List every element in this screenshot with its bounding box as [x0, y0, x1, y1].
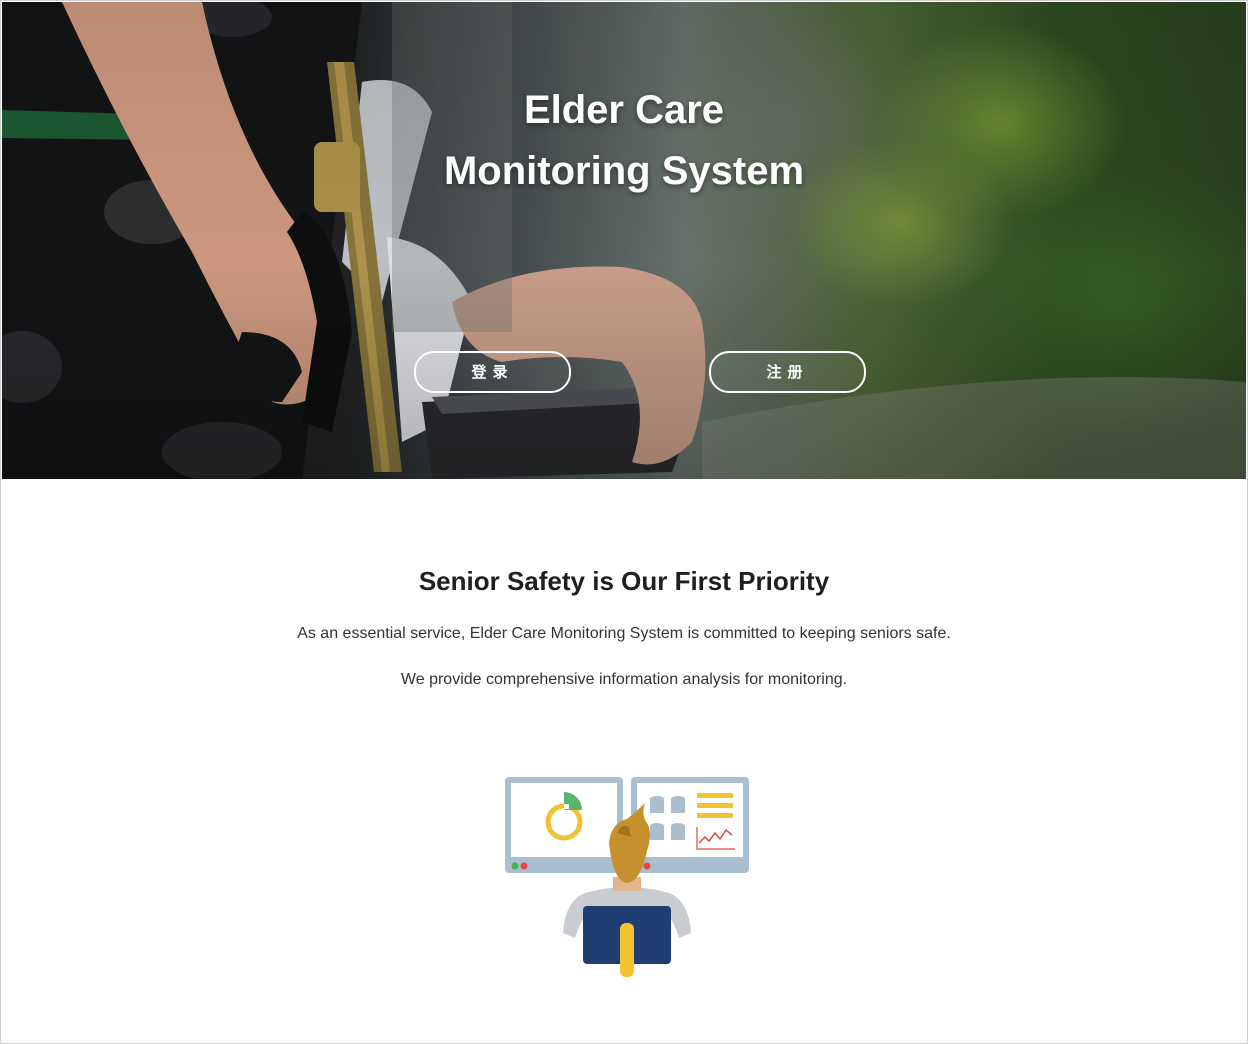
register-button[interactable]: 注册 — [709, 351, 866, 393]
right-monitor-icon — [631, 777, 749, 873]
login-button[interactable]: 登录 — [414, 351, 571, 393]
intro-heading: Senior Safety is Our First Priority — [418, 566, 830, 596]
intro-line-2: We provide comprehensive information ana… — [400, 671, 848, 688]
hero-title-line1: Elder Care — [523, 88, 725, 132]
hero-title-line2: Monitoring System — [443, 149, 805, 193]
hero-banner: Elder Care Monitoring System 登录 注册 — [2, 2, 1246, 479]
intro-line-1: As an essential service, Elder Care Moni… — [297, 625, 951, 642]
landing-page: Elder Care Monitoring System 登录 注册 Senio… — [0, 0, 1248, 1044]
left-monitor-icon — [505, 777, 623, 873]
monitoring-illustration — [505, 777, 749, 977]
hero-title: Elder Care Monitoring System — [2, 80, 1246, 202]
hero-overlay — [2, 2, 1246, 479]
